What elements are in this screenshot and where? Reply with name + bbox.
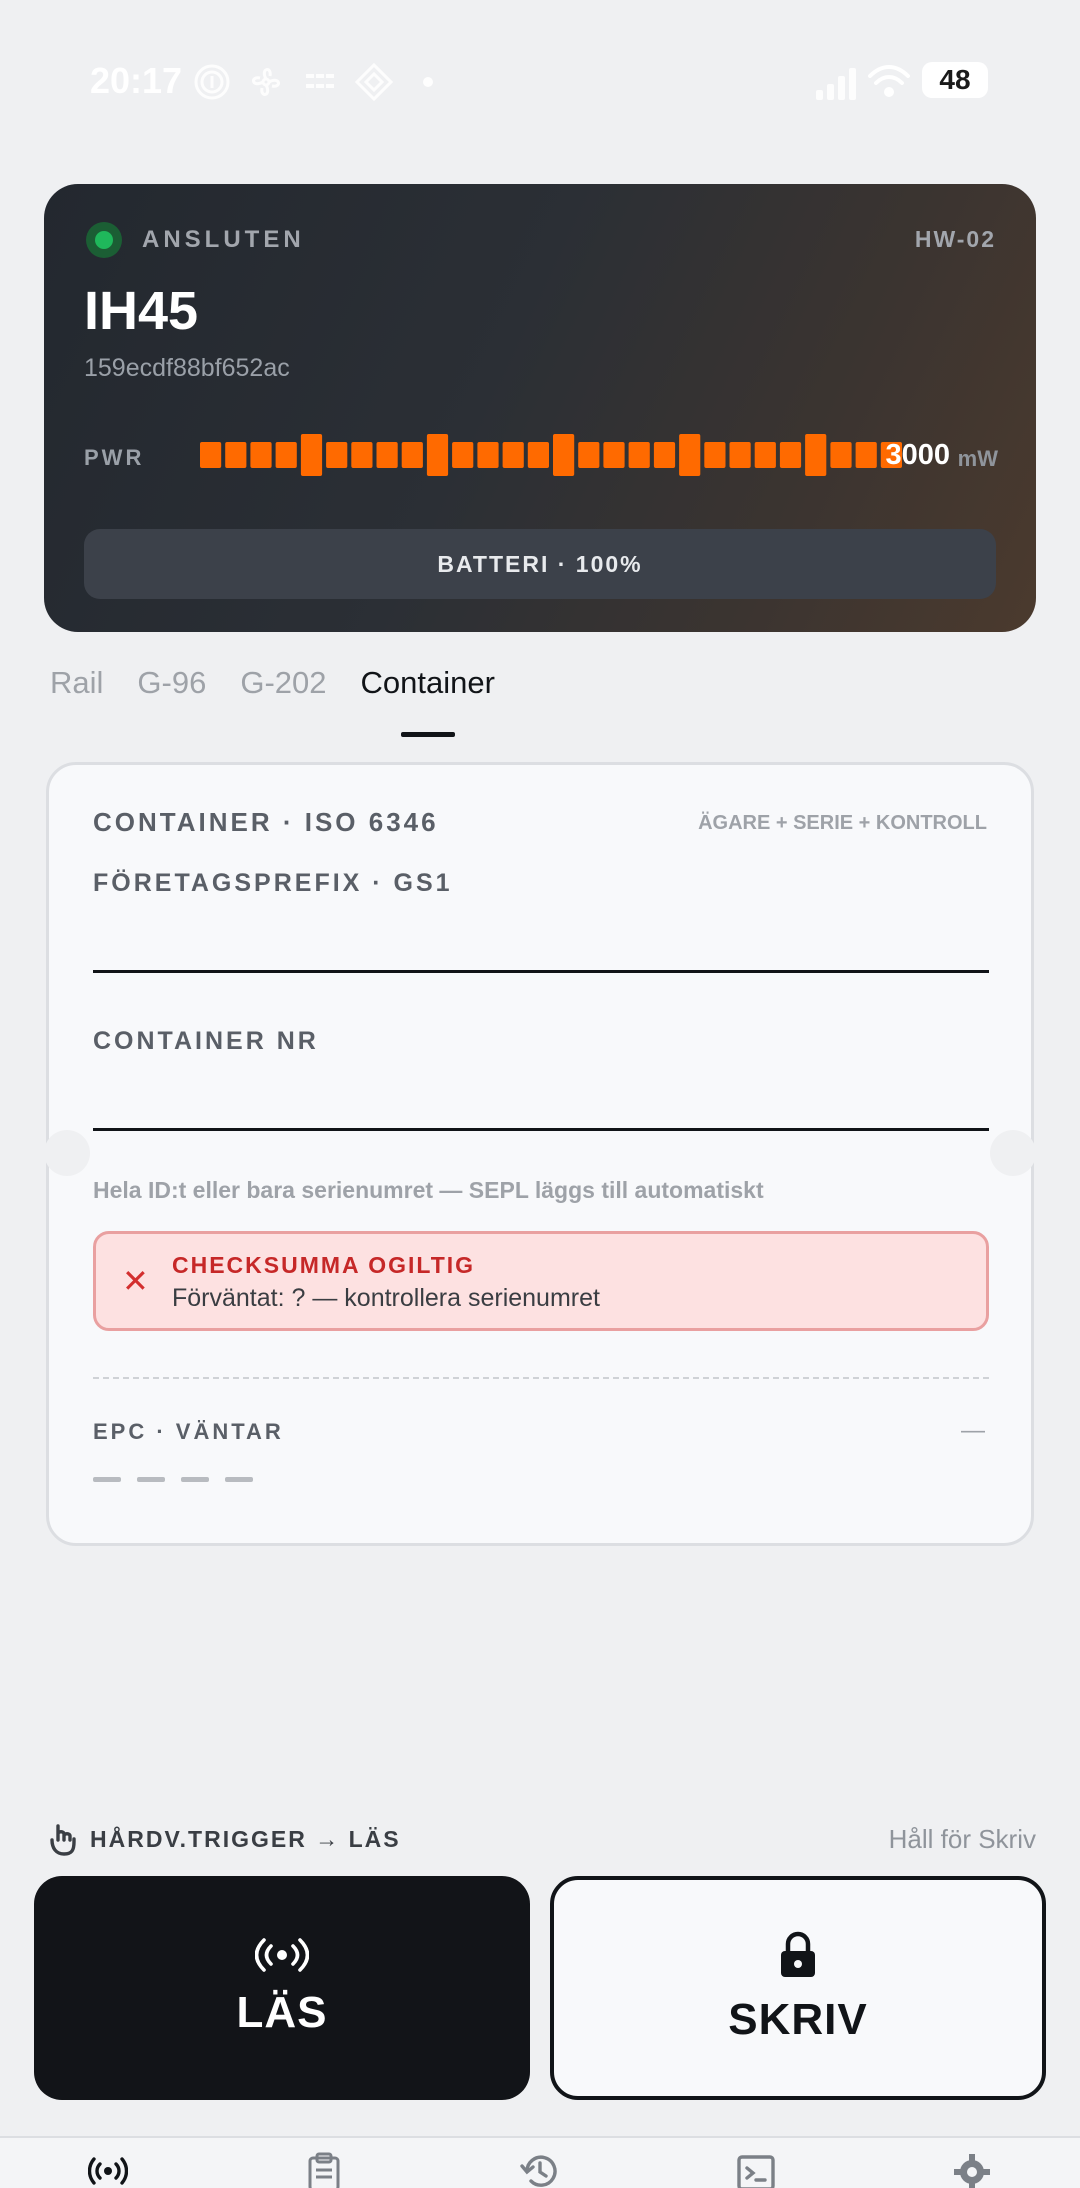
terminal-tab-icon[interactable] — [736, 2152, 776, 2188]
power-segment — [855, 442, 877, 468]
tab-rail[interactable]: Rail — [50, 665, 103, 725]
power-segment — [779, 442, 802, 468]
power-segment — [578, 442, 600, 468]
power-label: PWR — [84, 445, 145, 470]
tab-g-202[interactable]: G-202 — [240, 665, 326, 725]
helper-text: Hela ID:t eller bara serienumret — SEPL … — [93, 1177, 764, 1203]
epc-label: EPC · VÄNTAR — [93, 1419, 284, 1444]
power-segment — [477, 442, 499, 468]
power-segment — [805, 434, 827, 476]
lock-icon — [781, 1931, 815, 1977]
connection-status: ANSLUTEN — [142, 226, 305, 253]
card-notch-right — [990, 1130, 1036, 1176]
power-segment — [603, 442, 625, 468]
power-value: 3000 — [885, 439, 950, 471]
power-segment — [754, 442, 776, 468]
power-segment — [653, 442, 676, 468]
signal-icon — [816, 68, 856, 100]
power-segment — [426, 434, 449, 476]
device-name: IH45 — [84, 281, 199, 341]
tag-type-tabs: Rail G-96 G-202 Container — [50, 665, 529, 737]
wifi-icon — [868, 65, 910, 97]
power-segment — [527, 442, 549, 468]
close-icon: ✕ — [122, 1263, 149, 1299]
read-button[interactable]: LÄS — [34, 1876, 530, 2100]
tab-g-96[interactable]: G-96 — [137, 665, 206, 725]
power-segment — [553, 434, 575, 476]
power-segment — [200, 442, 222, 468]
divider — [93, 1377, 989, 1379]
battery-button[interactable]: BATTERI · 100% — [84, 529, 996, 599]
power-level-bar[interactable] — [200, 434, 906, 476]
hold-to-write-hint: Håll för Skriv — [888, 1824, 1036, 1854]
power-segment — [351, 442, 373, 468]
tab-container[interactable]: Container — [361, 665, 495, 737]
status-bar: 20:17 48 — [0, 0, 1080, 160]
power-segment — [679, 434, 701, 476]
checksum-error-alert: ✕ CHECKSUMMA OGILTIG Förväntat: ? — kont… — [93, 1231, 989, 1331]
error-title: CHECKSUMMA OGILTIG — [172, 1252, 476, 1278]
hand-pointer-icon — [50, 1824, 76, 1856]
connected-indicator — [86, 222, 122, 258]
settings-tab-icon[interactable] — [952, 2152, 992, 2188]
container-number-label: CONTAINER NR — [93, 1027, 319, 1055]
hardware-label: HW-02 — [914, 226, 996, 252]
write-button[interactable]: SKRIV — [550, 1876, 1046, 2100]
power-segment — [704, 442, 726, 468]
power-segment — [452, 442, 474, 468]
dot-icon — [423, 77, 433, 87]
battery-icon: 48 — [922, 62, 988, 98]
container-number-input[interactable] — [93, 1071, 989, 1131]
container-form-card: CONTAINER · ISO 6346 ÄGARE + SERIE + KON… — [46, 762, 1034, 1546]
power-unit: mW — [957, 446, 998, 471]
history-tab-icon[interactable] — [520, 2152, 560, 2188]
error-message: Förväntat: ? — kontrollera serienumret — [172, 1284, 600, 1312]
radio-tab-icon[interactable] — [88, 2152, 128, 2188]
prefix-input[interactable] — [93, 913, 989, 973]
power-segment — [628, 442, 650, 468]
power-segment — [300, 434, 323, 476]
hardware-trigger-label: HÅRDV.TRIGGER → LÄS — [90, 1826, 401, 1852]
power-segment — [250, 442, 272, 468]
card-title: CONTAINER · ISO 6346 — [93, 807, 439, 837]
clipboard-tab-icon[interactable] — [306, 2152, 342, 2188]
card-hint: ÄGARE + SERIE + KONTROLL — [698, 812, 987, 834]
power-segment — [830, 442, 852, 468]
power-segment — [729, 442, 751, 468]
power-segment — [376, 442, 398, 468]
card-notch-left — [44, 1130, 90, 1176]
epc-placeholder — [93, 1477, 253, 1482]
status-time: 20:17 — [90, 60, 183, 101]
power-segment — [401, 442, 423, 468]
power-segment — [225, 442, 247, 468]
power-segment — [326, 442, 348, 468]
epc-value: — — [961, 1417, 985, 1444]
bottom-navigation — [0, 2136, 1080, 2188]
diamond-icon — [354, 62, 394, 102]
fingerprint-icon — [194, 64, 230, 100]
radio-waves-icon — [255, 1938, 309, 1972]
prefix-label: FÖRETAGSPREFIX · GS1 — [93, 869, 453, 897]
nfc-icon — [306, 74, 334, 88]
fan-icon — [252, 68, 280, 96]
power-segment — [502, 442, 524, 468]
device-card: ANSLUTEN HW-02 IH45 159ecdf88bf652ac PWR… — [44, 184, 1036, 632]
power-segment — [275, 442, 297, 468]
read-button-label: LÄS — [236, 1988, 328, 2037]
device-id: 159ecdf88bf652ac — [84, 354, 290, 382]
write-button-label: SKRIV — [728, 1995, 868, 2044]
